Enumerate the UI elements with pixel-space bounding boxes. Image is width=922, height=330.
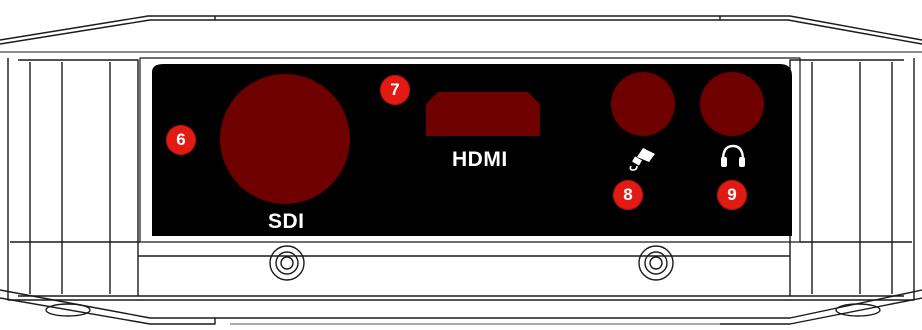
headphone-jack	[700, 72, 764, 136]
callout-7: 7	[380, 75, 410, 105]
device-front-panel-diagram: SDI HDMI 6 7 8 9	[0, 0, 922, 330]
hdmi-label: HDMI	[452, 148, 508, 171]
screw-right	[638, 245, 674, 281]
screw-left	[269, 245, 305, 281]
hdmi-port	[426, 92, 540, 136]
callout-8: 8	[613, 180, 643, 210]
callout-9: 9	[717, 180, 747, 210]
callout-6: 6	[166, 125, 196, 155]
mic-jack	[611, 72, 675, 136]
sdi-port	[220, 74, 350, 204]
sdi-label: SDI	[268, 210, 305, 233]
